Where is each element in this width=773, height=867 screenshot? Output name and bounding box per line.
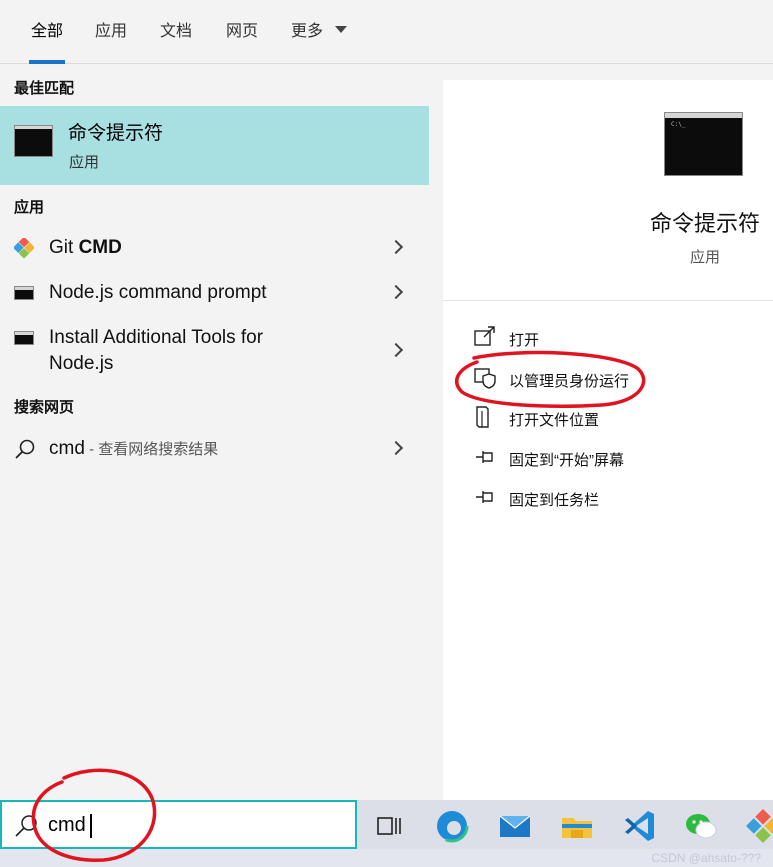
- apps-heading: 应用: [14, 199, 45, 216]
- open-icon: [474, 326, 495, 346]
- chevron-right-icon[interactable]: [388, 342, 404, 358]
- web-search-heading: 搜索网页: [14, 399, 75, 416]
- app-item-nodejs-prompt[interactable]: Node.js command prompt: [0, 271, 429, 315]
- edge-icon[interactable]: [432, 806, 472, 846]
- cmd-icon: [14, 286, 34, 300]
- tab-all-label: 全部: [31, 23, 64, 40]
- git-label: Git: [49, 237, 79, 258]
- app-item-label-line1: Install Additional Tools for: [49, 327, 264, 348]
- chevron-right-icon[interactable]: [388, 239, 404, 255]
- best-match-heading: 最佳匹配: [14, 80, 75, 97]
- search-tabs: 全部 应用 文档 网页 更多: [0, 0, 773, 64]
- action-pin-to-start-label: 固定到“开始”屏幕: [509, 452, 624, 469]
- tab-web-label: 网页: [226, 23, 259, 40]
- chevron-right-icon[interactable]: [388, 284, 404, 300]
- web-search-query: cmd: [49, 438, 85, 459]
- cmd-icon: [14, 125, 53, 157]
- app-item-git-cmd[interactable]: Git CMD: [0, 226, 429, 270]
- watermark: CSDN @ahsato-???: [651, 851, 761, 865]
- tab-documents[interactable]: 文档: [160, 0, 192, 64]
- file-explorer-icon[interactable]: [557, 806, 597, 846]
- action-open-file-location-label: 打开文件位置: [509, 412, 600, 429]
- search-icon: [15, 439, 35, 459]
- pin-icon: [476, 491, 493, 503]
- tab-documents-label: 文档: [160, 23, 193, 40]
- cmd-icon: C:\_: [664, 112, 743, 176]
- best-match-name: 命令提示符: [68, 123, 164, 144]
- folder-location-icon: [476, 406, 489, 428]
- results-panel: 最佳匹配 命令提示符 应用 应用 Git CMD Node.js command…: [0, 65, 443, 800]
- tab-web[interactable]: 网页: [226, 0, 258, 64]
- action-open[interactable]: 打开: [473, 325, 673, 351]
- app-item-label-line2: Node.js: [49, 353, 114, 374]
- shield-icon: [474, 368, 496, 389]
- tab-more-label: 更多: [291, 23, 324, 40]
- action-open-file-location[interactable]: 打开文件位置: [473, 405, 673, 431]
- app-item-install-tools[interactable]: Install Additional Tools for Node.js: [0, 317, 429, 379]
- web-search-suffix: - 查看网络搜索结果: [84, 441, 219, 458]
- preview-title: 命令提示符: [649, 211, 760, 236]
- wechat-icon[interactable]: [681, 806, 721, 846]
- search-box: [0, 800, 357, 849]
- task-view-icon[interactable]: [369, 806, 409, 846]
- web-search-item[interactable]: cmd - 查看网络搜索结果: [0, 427, 429, 471]
- best-match-type: 应用: [69, 154, 100, 171]
- best-match-item[interactable]: 命令提示符 应用: [0, 106, 429, 185]
- mail-icon[interactable]: [495, 806, 535, 846]
- vscode-icon[interactable]: [619, 806, 659, 846]
- app-item-label: Node.js command prompt: [49, 282, 267, 303]
- chevron-down-icon: [335, 26, 348, 34]
- tab-apps-label: 应用: [95, 23, 128, 40]
- divider: [443, 300, 773, 301]
- search-icon: [15, 815, 37, 837]
- cmd-bold-label: CMD: [78, 237, 122, 258]
- tab-apps[interactable]: 应用: [95, 0, 127, 64]
- tab-more[interactable]: 更多: [291, 0, 348, 64]
- action-open-label: 打开: [509, 332, 540, 349]
- cmd-icon: [14, 331, 34, 345]
- chevron-right-icon[interactable]: [388, 440, 404, 456]
- preview-panel: C:\_ 命令提示符 应用 打开 以管理员身份运行 打开文件位置 固定到“开始”…: [443, 80, 773, 800]
- pin-icon: [476, 451, 493, 463]
- preview-subtitle: 应用: [689, 249, 720, 266]
- git-icon[interactable]: [743, 806, 773, 846]
- action-pin-to-taskbar[interactable]: 固定到任务栏: [473, 485, 673, 511]
- web-search-label: cmd - 查看网络搜索结果: [49, 436, 218, 462]
- action-pin-to-taskbar-label: 固定到任务栏: [509, 492, 600, 509]
- action-run-as-admin[interactable]: 以管理员身份运行: [473, 366, 673, 392]
- git-icon: [14, 238, 34, 258]
- taskbar: [357, 800, 773, 852]
- app-item-label: Git CMD: [49, 235, 122, 260]
- text-cursor: [90, 814, 92, 838]
- action-run-as-admin-label: 以管理员身份运行: [509, 373, 630, 390]
- active-tab-indicator: [29, 60, 66, 64]
- action-pin-to-start[interactable]: 固定到“开始”屏幕: [473, 445, 673, 471]
- tab-all[interactable]: 全部: [29, 0, 66, 64]
